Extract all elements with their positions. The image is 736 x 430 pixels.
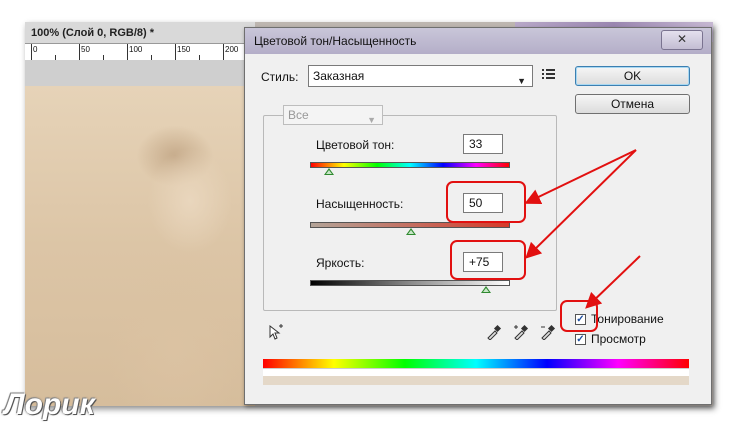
annotation-arrows [524, 149, 641, 309]
watermark-logo: Лорик [4, 388, 95, 421]
arrow-to-colorize [585, 255, 641, 309]
arrow-to-saturation [524, 149, 637, 205]
arrow-to-lightness [525, 149, 637, 259]
